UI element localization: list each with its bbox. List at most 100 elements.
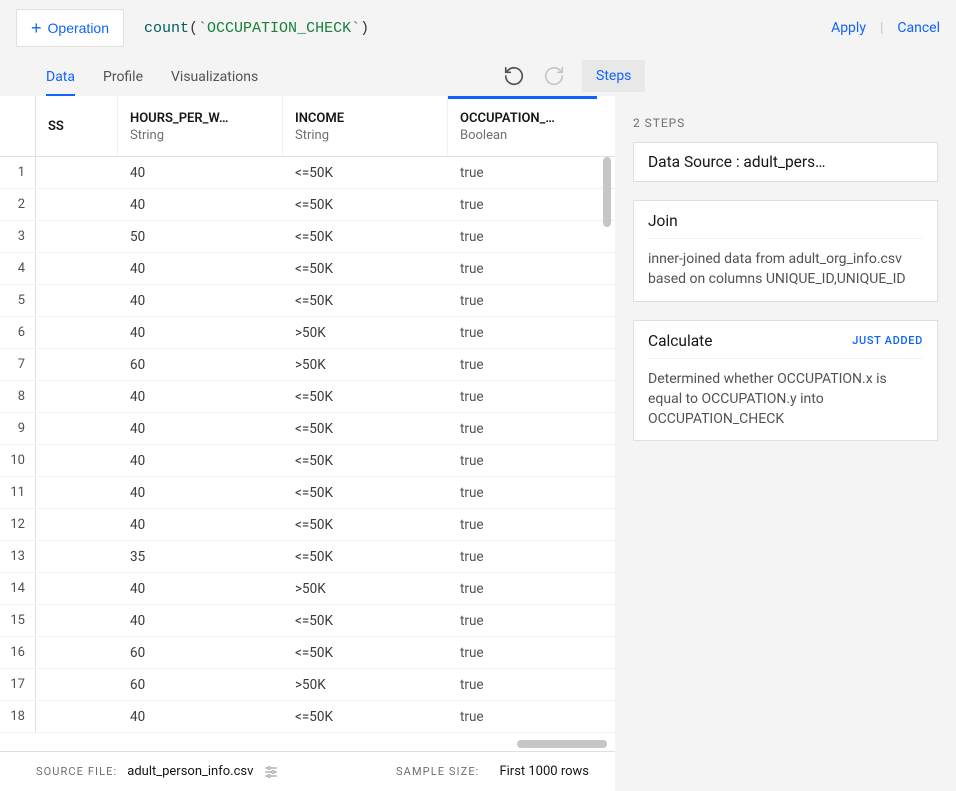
table-row[interactable]: 1040<=50Ktrue: [0, 445, 615, 477]
table-row[interactable]: 640>50Ktrue: [0, 317, 615, 349]
table-row[interactable]: 1540<=50Ktrue: [0, 605, 615, 637]
cell: true: [448, 349, 597, 380]
table-row[interactable]: 940<=50Ktrue: [0, 413, 615, 445]
step-description: Determined whether OCCUPATION.x is equal…: [648, 358, 923, 430]
cell: 60: [118, 637, 283, 668]
cell: 40: [118, 573, 283, 604]
step-title: Data Source : adult_pers…: [648, 153, 826, 171]
table-row[interactable]: 840<=50Ktrue: [0, 381, 615, 413]
cell: true: [448, 605, 597, 636]
plus-icon: +: [31, 19, 42, 37]
cancel-button[interactable]: Cancel: [897, 20, 940, 36]
step-card[interactable]: Data Source : adult_pers…: [633, 142, 938, 182]
column-header-new[interactable]: OCCUPATION_… Boolean: [448, 96, 597, 156]
undo-button[interactable]: [502, 64, 526, 88]
step-description: inner-joined data from adult_org_info.cs…: [648, 238, 923, 290]
cell: 40: [118, 253, 283, 284]
cell: 40: [118, 413, 283, 444]
cell: >50K: [283, 573, 448, 604]
step-title: Join: [648, 212, 678, 230]
step-card[interactable]: Join inner-joined data from adult_org_inf…: [633, 200, 938, 302]
step-card[interactable]: CalculateJUST ADDEDDetermined whether OC…: [633, 320, 938, 442]
step-title: Calculate: [648, 332, 712, 350]
redo-button[interactable]: [542, 64, 566, 88]
horizontal-scrollbar[interactable]: [517, 740, 607, 748]
cell: 40: [118, 317, 283, 348]
source-file-label: SOURCE FILE:: [36, 765, 117, 778]
row-number: 14: [0, 573, 36, 604]
cell: >50K: [283, 669, 448, 700]
table-row[interactable]: 140<=50Ktrue: [0, 157, 615, 189]
tab-visualizations[interactable]: Visualizations: [171, 69, 258, 96]
row-number: 15: [0, 605, 36, 636]
cell: [36, 701, 118, 732]
cell: true: [448, 285, 597, 316]
cell: [36, 573, 118, 604]
cell: 40: [118, 285, 283, 316]
cell: true: [448, 157, 597, 188]
add-operation-button[interactable]: + Operation: [16, 9, 124, 47]
table-row[interactable]: 1840<=50Ktrue: [0, 701, 615, 733]
cell: [36, 317, 118, 348]
steps-panel: 2 STEPS Data Source : adult_pers…Joininn…: [615, 96, 956, 751]
row-number: 17: [0, 669, 36, 700]
cell: 40: [118, 381, 283, 412]
column-name: OCCUPATION_…: [460, 111, 585, 126]
cell: true: [448, 509, 597, 540]
table-row[interactable]: 1240<=50Ktrue: [0, 509, 615, 541]
grid-footer: SOURCE FILE: adult_person_info.csv SAMPL…: [0, 751, 615, 791]
table-row[interactable]: 1440>50Ktrue: [0, 573, 615, 605]
cell: [36, 189, 118, 220]
grid-body[interactable]: 140<=50Ktrue240<=50Ktrue350<=50Ktrue440<…: [0, 157, 615, 737]
column-header[interactable]: HOURS_PER_W… String: [118, 96, 283, 156]
cell: 40: [118, 605, 283, 636]
table-row[interactable]: 1760>50Ktrue: [0, 669, 615, 701]
cell: true: [448, 445, 597, 476]
cell: 40: [118, 477, 283, 508]
cell: 40: [118, 189, 283, 220]
formula-input[interactable]: count(`OCCUPATION_CHECK`): [140, 20, 815, 37]
column-type: String: [130, 128, 270, 143]
cell: 40: [118, 157, 283, 188]
column-header[interactable]: SS: [36, 96, 118, 156]
table-row[interactable]: 240<=50Ktrue: [0, 189, 615, 221]
cell: true: [448, 637, 597, 668]
cell: <=50K: [283, 541, 448, 572]
row-number: 12: [0, 509, 36, 540]
apply-button[interactable]: Apply: [831, 20, 866, 36]
table-row[interactable]: 540<=50Ktrue: [0, 285, 615, 317]
cell: >50K: [283, 317, 448, 348]
cell: <=50K: [283, 285, 448, 316]
row-number: 4: [0, 253, 36, 284]
cell: [36, 509, 118, 540]
cell: <=50K: [283, 413, 448, 444]
row-number: 3: [0, 221, 36, 252]
steps-toggle[interactable]: Steps: [582, 60, 645, 92]
cell: <=50K: [283, 477, 448, 508]
column-name: SS: [48, 119, 105, 134]
table-row[interactable]: 760>50Ktrue: [0, 349, 615, 381]
table-row[interactable]: 1335<=50Ktrue: [0, 541, 615, 573]
table-row[interactable]: 350<=50Ktrue: [0, 221, 615, 253]
cell: <=50K: [283, 381, 448, 412]
table-row[interactable]: 1660<=50Ktrue: [0, 637, 615, 669]
table-row[interactable]: 440<=50Ktrue: [0, 253, 615, 285]
cell: true: [448, 541, 597, 572]
sample-size-value: First 1000 rows: [499, 764, 589, 779]
table-row[interactable]: 1140<=50Ktrue: [0, 477, 615, 509]
tab-profile[interactable]: Profile: [103, 69, 143, 96]
column-header[interactable]: INCOME String: [283, 96, 448, 156]
cell: true: [448, 253, 597, 284]
cell: [36, 637, 118, 668]
tab-data[interactable]: Data: [46, 69, 75, 96]
source-file-value: adult_person_info.csv: [127, 764, 253, 779]
configure-source-button[interactable]: [263, 764, 279, 780]
cell: 60: [118, 669, 283, 700]
grid-header-row: SS HOURS_PER_W… String INCOME String OCC…: [0, 96, 615, 157]
formula-column: OCCUPATION_CHECK: [207, 20, 351, 37]
cell: <=50K: [283, 637, 448, 668]
redo-icon: [543, 65, 565, 87]
row-number: 6: [0, 317, 36, 348]
cell: 50: [118, 221, 283, 252]
vertical-scrollbar[interactable]: [603, 157, 611, 227]
